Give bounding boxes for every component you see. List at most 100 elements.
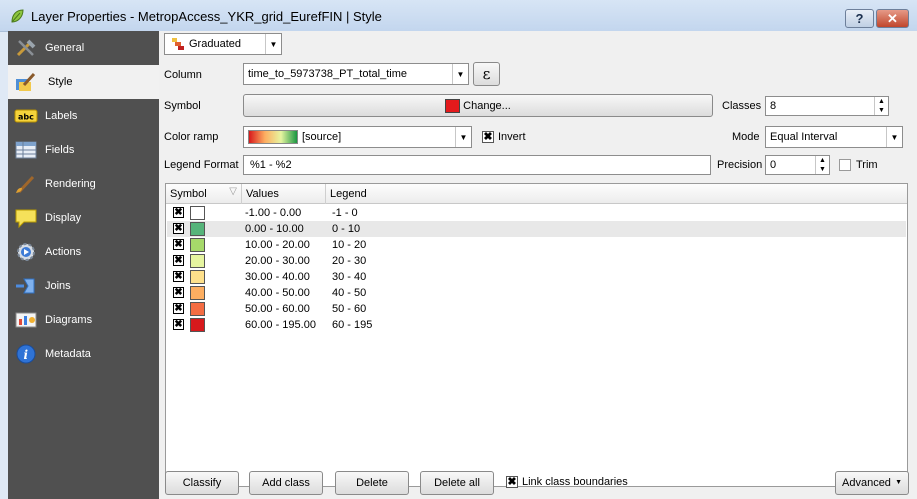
class-legend: 60 - 195 xyxy=(332,319,373,331)
table-row[interactable]: ✖ 30.00 - 40.00 30 - 40 xyxy=(167,269,906,285)
table-row[interactable]: ✖ 10.00 - 20.00 10 - 20 xyxy=(167,237,906,253)
sidebar-item-actions[interactable]: Actions xyxy=(8,235,159,269)
spin-arrows-icon[interactable]: ▲ ▼ xyxy=(815,156,829,174)
sidebar-item-label: Metadata xyxy=(45,348,91,360)
diagrams-icon xyxy=(15,312,37,328)
close-button[interactable]: ✕ xyxy=(876,9,909,28)
class-symbol-swatch[interactable] xyxy=(190,206,205,220)
legend-format-label: Legend Format xyxy=(164,159,239,171)
link-class-boundaries-label: Link class boundaries xyxy=(522,476,628,488)
trim-checkbox[interactable] xyxy=(839,159,851,171)
change-symbol-button[interactable]: Change... xyxy=(243,94,713,117)
color-ramp-value: [source] xyxy=(302,131,342,143)
sidebar-item-label: Fields xyxy=(45,144,75,156)
help-button[interactable]: ? xyxy=(845,9,874,28)
table-row[interactable]: ✖ 20.00 - 30.00 20 - 30 xyxy=(167,253,906,269)
renderer-type-select[interactable]: Graduated ▼ xyxy=(164,33,282,55)
svg-text:i: i xyxy=(24,348,29,362)
mode-value: Equal Interval xyxy=(770,131,838,143)
class-values: 10.00 - 20.00 xyxy=(245,239,310,251)
sidebar-item-labels[interactable]: abc Labels xyxy=(8,99,159,133)
advanced-button[interactable]: Advanced ▼ xyxy=(835,471,909,495)
symbol-color-swatch xyxy=(445,98,461,113)
sidebar-item-general[interactable]: General xyxy=(8,31,159,65)
classes-table[interactable]: Symbol ▽ Values Legend ✖ -1.00 - 0.00 -1… xyxy=(165,183,908,487)
class-enabled-checkbox[interactable]: ✖ xyxy=(173,255,184,266)
chevron-down-icon: ▼ xyxy=(452,64,468,84)
classify-button[interactable]: Classify xyxy=(165,471,239,495)
metadata-info-icon: i xyxy=(16,344,36,364)
class-enabled-checkbox[interactable]: ✖ xyxy=(173,271,184,282)
display-speech-icon xyxy=(15,209,37,229)
class-enabled-checkbox[interactable]: ✖ xyxy=(173,239,184,250)
expression-button[interactable]: ε xyxy=(473,62,500,86)
chevron-down-icon: ▼ xyxy=(886,127,902,147)
class-values: 60.00 - 195.00 xyxy=(245,319,316,331)
column-select[interactable]: time_to_5973738_PT_total_time ▼ xyxy=(243,63,469,85)
table-row[interactable]: ✖ 60.00 - 195.00 60 - 195 xyxy=(167,317,906,333)
mode-select[interactable]: Equal Interval ▼ xyxy=(765,126,903,148)
class-enabled-checkbox[interactable]: ✖ xyxy=(173,287,184,298)
class-legend: 0 - 10 xyxy=(332,223,361,235)
class-symbol-swatch[interactable] xyxy=(190,302,205,316)
table-row[interactable]: ✖ -1.00 - 0.00 -1 - 0 xyxy=(167,205,906,221)
window-title: Layer Properties - MetropAccess_YKR_grid… xyxy=(31,9,382,24)
delete-all-button[interactable]: Delete all xyxy=(420,471,494,495)
table-row[interactable]: ✖ 50.00 - 60.00 50 - 60 xyxy=(167,301,906,317)
class-legend: 40 - 50 xyxy=(332,287,367,299)
color-ramp-select[interactable]: [source] ▼ xyxy=(243,126,472,148)
precision-label: Precision xyxy=(717,159,763,171)
sidebar-item-fields[interactable]: Fields xyxy=(8,133,159,167)
qgis-leaf-icon xyxy=(11,9,24,23)
graduated-icon xyxy=(172,38,184,50)
table-header: Symbol ▽ Values Legend xyxy=(166,184,907,204)
color-ramp-label: Color ramp xyxy=(164,131,219,143)
sidebar-item-display[interactable]: Display xyxy=(8,201,159,235)
sidebar: General Style abc Labels Fields Renderin… xyxy=(8,31,167,499)
legend-format-input[interactable]: %1 - %2 xyxy=(243,155,711,175)
column-header-legend[interactable]: Legend xyxy=(326,184,907,204)
precision-spinbox[interactable]: 0 ▲ ▼ xyxy=(765,155,830,175)
sidebar-item-diagrams[interactable]: Diagrams xyxy=(8,303,159,337)
sidebar-item-label: Style xyxy=(48,76,73,88)
table-row[interactable]: ✖ 40.00 - 50.00 40 - 50 xyxy=(167,285,906,301)
sidebar-item-style[interactable]: Style xyxy=(8,65,159,99)
rendering-brush-icon xyxy=(16,175,35,194)
sidebar-item-label: General xyxy=(45,42,85,54)
class-symbol-swatch[interactable] xyxy=(190,286,205,300)
sidebar-item-rendering[interactable]: Rendering xyxy=(8,167,159,201)
class-enabled-checkbox[interactable]: ✖ xyxy=(173,223,184,234)
class-symbol-swatch[interactable] xyxy=(190,254,205,268)
link-class-boundaries-checkbox[interactable]: ✖ xyxy=(506,476,518,488)
mode-label: Mode xyxy=(732,131,760,143)
spin-arrows-icon[interactable]: ▲ ▼ xyxy=(874,97,888,115)
class-symbol-swatch[interactable] xyxy=(190,222,205,236)
sidebar-item-metadata[interactable]: i Metadata xyxy=(8,337,159,371)
table-row[interactable]: ✖ 0.00 - 10.00 0 - 10 xyxy=(167,221,906,237)
class-symbol-swatch[interactable] xyxy=(190,238,205,252)
class-values: 50.00 - 60.00 xyxy=(245,303,310,315)
change-button-label: Change... xyxy=(463,99,511,112)
sidebar-item-label: Rendering xyxy=(45,178,96,190)
delete-button[interactable]: Delete xyxy=(335,471,409,495)
class-values: 40.00 - 50.00 xyxy=(245,287,310,299)
class-enabled-checkbox[interactable]: ✖ xyxy=(173,207,184,218)
class-values: -1.00 - 0.00 xyxy=(245,207,302,219)
column-header-values[interactable]: Values xyxy=(242,184,326,204)
sidebar-item-label: Labels xyxy=(45,110,78,122)
class-enabled-checkbox[interactable]: ✖ xyxy=(173,303,184,314)
class-legend: -1 - 0 xyxy=(332,207,358,219)
precision-value: 0 xyxy=(770,159,777,171)
column-header-symbol[interactable]: Symbol ▽ xyxy=(166,184,242,204)
sidebar-item-label: Diagrams xyxy=(45,314,93,326)
sidebar-item-joins[interactable]: Joins xyxy=(8,269,159,303)
add-class-button[interactable]: Add class xyxy=(249,471,323,495)
invert-checkbox[interactable]: ✖ xyxy=(482,131,494,143)
joins-icon xyxy=(16,278,35,294)
legend-format-value: %1 - %2 xyxy=(250,159,292,171)
sidebar-item-label: Actions xyxy=(45,246,82,258)
class-symbol-swatch[interactable] xyxy=(190,318,205,332)
classes-spinbox[interactable]: 8 ▲ ▼ xyxy=(765,96,889,116)
class-enabled-checkbox[interactable]: ✖ xyxy=(173,319,184,330)
class-symbol-swatch[interactable] xyxy=(190,270,205,284)
